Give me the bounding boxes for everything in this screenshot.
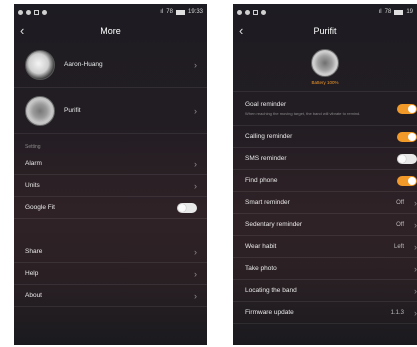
units-row[interactable]: Units › [14,175,207,197]
battery-icon [175,9,185,15]
wear-habit-value: Left [393,243,404,250]
wear-habit-row[interactable]: Wear habit Left › [233,236,417,258]
chevron-right-icon: › [194,105,197,116]
chevron-right-icon: › [194,59,197,70]
status-bar: ıl 78 19:33 [14,4,207,20]
sms-reminder-label: SMS reminder [245,155,287,162]
toggle-knob [398,154,406,163]
toggle-knob [408,132,416,141]
status-bar: ıl 78 19 [233,4,417,20]
locating-band-row[interactable]: Locating the band › [233,280,417,302]
find-phone-toggle[interactable] [397,175,417,186]
alarm-row[interactable]: Alarm › [14,153,207,175]
units-label: Units [25,182,40,189]
notification-icon [261,9,266,15]
device-header: Battery 100% [233,42,417,92]
chevron-right-icon: › [194,246,197,257]
calling-reminder-toggle[interactable] [397,131,417,142]
profile-name: Aaron-Huang [64,61,103,68]
notification-icon [245,9,250,15]
firmware-update-row[interactable]: Firmware update 1.1.3 › [233,302,417,324]
firmware-version: 1.1.3 [390,309,404,316]
signal-icon: ıl [378,9,382,15]
notification-icon [237,9,242,15]
notification-icons [237,9,266,15]
goal-reminder-description: When reaching the moving target, the ban… [245,111,361,116]
wear-habit-label: Wear habit [245,243,277,250]
notification-icon [26,9,31,15]
clock: 19 [406,9,413,15]
sms-reminder-row: SMS reminder [233,148,417,170]
goal-reminder-label: Goal reminder [245,101,287,108]
user-avatar [25,49,55,80]
smart-reminder-row[interactable]: Smart reminder Off › [233,192,417,214]
back-chevron-icon[interactable]: ‹ [20,23,24,39]
google-fit-toggle[interactable] [177,202,197,213]
status-icons: ıl 78 19:33 [160,9,203,15]
back-chevron-icon[interactable]: ‹ [239,23,243,39]
google-fit-row: Google Fit [14,197,207,219]
notification-icon [34,9,39,15]
page-title: Purifit [313,26,337,36]
find-phone-row: Find phone [233,170,417,192]
sedentary-reminder-value: Off [396,221,404,228]
chevron-right-icon: › [194,180,197,191]
toggle-knob [178,203,186,212]
device-settings-screen: ıl 78 19 ‹ Purifit Battery 100% Goal rem… [233,4,417,345]
calling-reminder-row: Calling reminder [233,126,417,148]
chevron-right-icon: › [194,158,197,169]
battery-status: Battery 100% [311,79,339,85]
sms-reminder-toggle[interactable] [397,153,417,164]
more-screen: ıl 78 19:33 ‹ More Aaron-Huang › Purifit… [14,4,207,345]
notification-icon [42,9,47,15]
locating-band-label: Locating the band [245,287,297,294]
google-fit-label: Google Fit [25,204,55,211]
share-row[interactable]: Share › [14,241,207,263]
battery-icon [394,9,404,15]
signal-icon: ıl [160,9,164,15]
nav-bar: ‹ Purifit [233,20,417,42]
notification-icons [18,9,47,15]
find-phone-label: Find phone [245,177,278,184]
profile-row[interactable]: Aaron-Huang › [14,42,207,88]
share-label: Share [25,248,43,255]
section-label: Setting [25,144,41,150]
notification-icon [253,9,258,15]
calling-reminder-label: Calling reminder [245,133,293,140]
battery-level: 78 [384,9,392,15]
battery-level: 78 [166,9,173,15]
toggle-knob [408,104,416,113]
goal-reminder-text: Goal reminder When reaching the moving t… [245,101,397,116]
goal-reminder-row: Goal reminder When reaching the moving t… [233,92,417,126]
device-image [311,48,339,77]
device-row[interactable]: Purifit › [14,88,207,134]
clock: 19:33 [187,9,203,15]
goal-reminder-toggle[interactable] [397,103,417,114]
nav-bar: ‹ More [14,20,207,42]
status-icons: ıl 78 19 [379,9,413,15]
take-photo-label: Take photo [245,265,277,272]
chevron-right-icon: › [194,290,197,301]
about-label: About [25,292,42,299]
page-title: More [100,26,121,36]
toggle-knob [408,176,416,185]
help-row[interactable]: Help › [14,263,207,285]
sedentary-reminder-label: Sedentary reminder [245,221,303,228]
device-name: Purifit [64,107,81,114]
help-label: Help [25,270,39,277]
notification-icon [18,9,23,15]
sedentary-reminder-row[interactable]: Sedentary reminder Off › [233,214,417,236]
chevron-right-icon: › [194,268,197,279]
device-avatar [25,95,55,126]
alarm-label: Alarm [25,160,42,167]
smart-reminder-value: Off [396,199,404,206]
about-row[interactable]: About › [14,285,207,307]
firmware-update-label: Firmware update [245,309,294,316]
smart-reminder-label: Smart reminder [245,199,290,206]
take-photo-row[interactable]: Take photo › [233,258,417,280]
